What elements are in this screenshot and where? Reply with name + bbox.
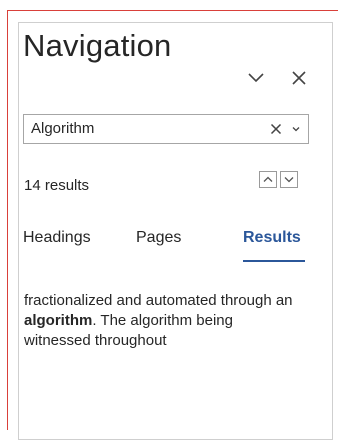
chevron-down-icon (284, 177, 294, 183)
chevron-up-icon (263, 176, 273, 182)
tab-headings[interactable]: Headings (23, 229, 91, 247)
snippet-text-before: fractionalized and automated through an (24, 292, 293, 309)
results-count: 14 results (24, 177, 90, 194)
result-navigation (259, 171, 298, 188)
close-icon (270, 123, 282, 135)
close-icon (292, 71, 306, 85)
search-options-button[interactable] (290, 123, 302, 135)
snippet-highlight: algorithm (24, 312, 93, 329)
active-tab-indicator (243, 260, 305, 262)
view-tabs: Headings Pages Results (23, 229, 313, 265)
pane-options-button[interactable] (244, 66, 268, 90)
chevron-down-icon (248, 73, 264, 83)
search-box (23, 114, 309, 144)
tab-results[interactable]: Results (243, 229, 301, 247)
search-result-snippet[interactable]: fractionalized and automated through an … (24, 291, 300, 351)
pane-title: Navigation (23, 28, 172, 63)
previous-result-button[interactable] (259, 171, 277, 188)
chevron-down-icon (292, 127, 300, 132)
search-input[interactable] (31, 120, 231, 137)
clear-search-button[interactable] (268, 121, 284, 137)
close-pane-button[interactable] (287, 66, 311, 90)
next-result-button[interactable] (280, 171, 298, 188)
tab-pages[interactable]: Pages (136, 229, 181, 247)
